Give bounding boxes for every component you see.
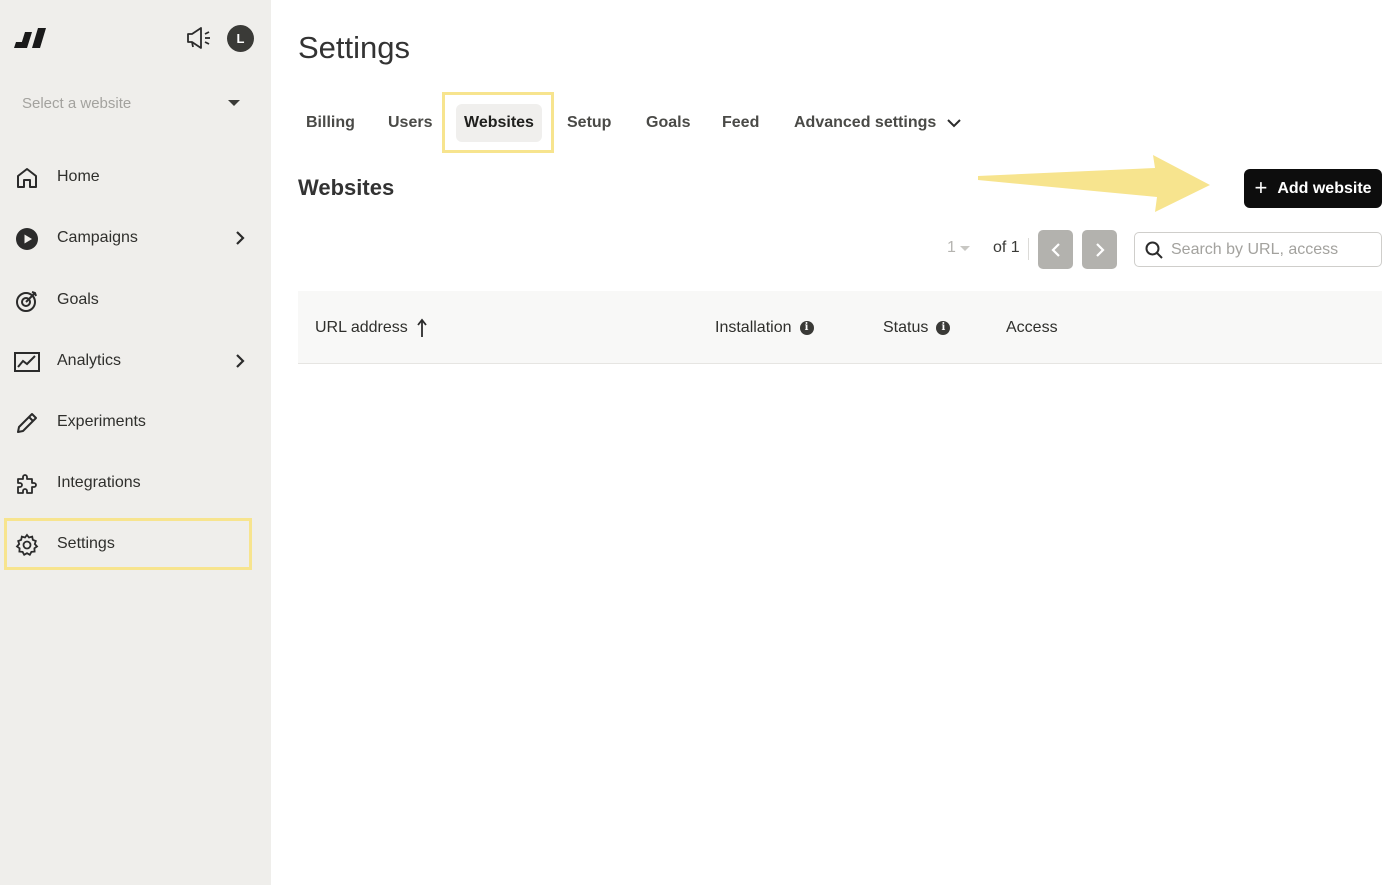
play-circle-icon [14,226,40,252]
chevron-down-icon [947,119,961,128]
add-website-label: Add website [1277,179,1372,197]
tab-users[interactable]: Users [388,104,432,142]
arrow-annotation-icon [978,155,1210,212]
tab-setup[interactable]: Setup [567,104,611,142]
tab-advanced-settings-label: Advanced settings [794,114,937,131]
target-icon [14,288,40,314]
sidebar-item-experiments[interactable]: Experiments [4,396,252,448]
section-title: Websites [298,175,395,200]
chart-icon [14,349,40,375]
website-select-placeholder: Select a website [22,94,132,112]
caret-down-icon [228,100,240,106]
tab-billing[interactable]: Billing [306,104,355,142]
chevron-right-icon [236,354,245,368]
chevron-right-icon [236,231,245,245]
column-label: Installation [715,318,792,336]
column-label: Access [1006,318,1058,336]
column-installation[interactable]: Installation i [715,291,814,364]
page-title: Settings [298,30,411,65]
sidebar-item-label: Integrations [57,474,141,491]
pencil-icon [14,410,40,436]
info-icon[interactable]: i [936,320,951,335]
prev-page-button[interactable] [1038,230,1073,269]
search-box [1134,232,1382,267]
sidebar: L Select a website Home Campaigns Goals … [0,0,271,885]
sidebar-item-label: Settings [57,535,115,552]
website-select[interactable]: Select a website [22,90,244,116]
add-website-button[interactable]: + Add website [1244,169,1382,208]
sidebar-item-label: Goals [57,291,99,308]
plus-icon: + [1254,174,1268,200]
chevron-left-icon [1050,242,1060,257]
search-input[interactable] [1171,240,1361,259]
sidebar-item-analytics[interactable]: Analytics [4,335,252,387]
sidebar-item-integrations[interactable]: Integrations [4,457,252,509]
tab-goals[interactable]: Goals [646,104,690,142]
sidebar-item-goals[interactable]: Goals [4,274,252,326]
column-access[interactable]: Access [1006,291,1058,364]
sort-arrow-up-icon [417,318,427,337]
next-page-button[interactable] [1082,230,1117,269]
logo-icon[interactable] [14,28,50,48]
sidebar-item-home[interactable]: Home [4,151,252,203]
table-header: URL address Installation i Status i Acce… [298,291,1382,364]
page-select-value: 1 [947,239,956,256]
puzzle-icon [14,471,40,497]
pager-divider [1028,238,1029,260]
sidebar-item-label: Home [57,168,100,185]
gear-icon [14,532,40,558]
page-count: of 1 [993,239,1020,256]
tab-websites[interactable]: Websites [456,104,542,142]
info-icon[interactable]: i [799,320,814,335]
megaphone-icon[interactable] [184,25,212,51]
tab-feed[interactable]: Feed [722,104,759,142]
column-label: Status [883,318,929,336]
caret-down-icon [959,245,970,251]
column-url-address[interactable]: URL address [315,291,428,364]
column-label: URL address [315,318,408,336]
sidebar-item-label: Analytics [57,352,122,369]
sidebar-item-campaigns[interactable]: Campaigns [4,212,252,264]
tab-advanced-settings[interactable]: Advanced settings [794,104,961,142]
sidebar-item-label: Experiments [57,413,146,430]
sidebar-item-settings[interactable]: Settings [4,518,252,570]
chevron-right-icon [1095,242,1105,257]
page-select[interactable]: 1 [947,239,970,257]
column-status[interactable]: Status i [883,291,951,364]
home-icon [14,165,40,191]
sidebar-item-label: Campaigns [57,229,138,246]
avatar[interactable]: L [227,25,254,52]
search-icon [1145,241,1163,259]
